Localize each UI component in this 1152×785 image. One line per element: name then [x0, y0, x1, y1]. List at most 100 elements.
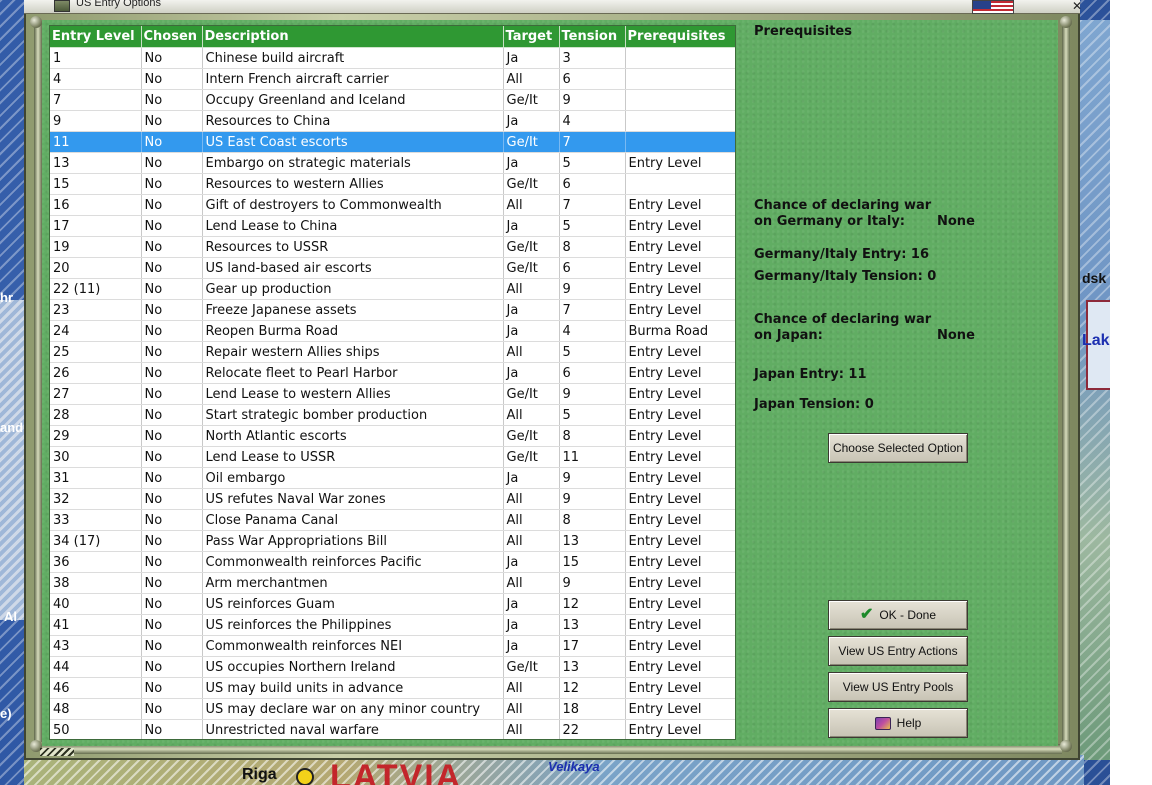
table-row[interactable]: 9 No Resources to China Ja 4	[50, 110, 735, 132]
cell-target: Ja	[503, 467, 560, 489]
cell-prerequisites: Entry Level	[625, 488, 735, 510]
table-row[interactable]: 44 No US occupies Northern Ireland Ge/It 13 E…	[50, 656, 735, 678]
cell-prerequisites: Entry Level	[625, 152, 735, 174]
table-row[interactable]: 17 No Lend Lease to China Ja 5 Entry Level	[50, 215, 735, 237]
cell-tension: 9	[559, 89, 626, 111]
cell-entry-level: 26	[50, 362, 142, 384]
column-header-entry-level[interactable]: Entry Level	[50, 26, 142, 48]
cell-description: Repair western Allies ships	[202, 341, 504, 363]
cell-tension: 4	[559, 110, 626, 132]
table-row[interactable]: 22 (11) No Gear up production All 9 Entry Lev…	[50, 278, 735, 300]
cell-prerequisites: Entry Level	[625, 341, 735, 363]
title-bar[interactable]: US Entry Options ✕	[24, 0, 1082, 14]
table-row[interactable]: 11 No US East Coast escorts Ge/It 7	[50, 131, 735, 153]
table-row[interactable]: 19 No Resources to USSR Ge/It 8 Entry Level	[50, 236, 735, 258]
table-row[interactable]: 33 No Close Panama Canal All 8 Entry Level	[50, 509, 735, 531]
cell-target: Ja	[503, 614, 560, 636]
column-header-description[interactable]: Description	[202, 26, 504, 48]
cell-prerequisites	[625, 47, 735, 69]
cell-entry-level: 46	[50, 677, 142, 699]
table-row[interactable]: 24 No Reopen Burma Road Ja 4 Burma Road	[50, 320, 735, 342]
cell-prerequisites	[625, 131, 735, 153]
table-row[interactable]: 38 No Arm merchantmen All 9 Entry Level	[50, 572, 735, 594]
cell-entry-level: 28	[50, 404, 142, 426]
table-row[interactable]: 15 No Resources to western Allies Ge/It 6	[50, 173, 735, 195]
table-row[interactable]: 13 No Embargo on strategic materials Ja 5 Ent…	[50, 152, 735, 174]
map-label-fragment: hr	[0, 290, 13, 305]
table-row[interactable]: 50 No Unrestricted naval warfare All 22 Entry…	[50, 719, 735, 739]
map-label-velikaya: Velikaya	[548, 759, 600, 774]
cell-description: Lend Lease to USSR	[202, 446, 504, 468]
options-table-container: Entry Level Chosen Description Target Te…	[49, 25, 736, 740]
table-row[interactable]: 25 No Repair western Allies ships All 5 Entry…	[50, 341, 735, 363]
cell-chosen: No	[141, 215, 203, 237]
table-row[interactable]: 28 No Start strategic bomber production All…	[50, 404, 735, 426]
column-header-tension[interactable]: Tension	[559, 26, 626, 48]
rivet-icon	[1060, 16, 1072, 28]
cell-chosen: No	[141, 299, 203, 321]
cell-prerequisites: Entry Level	[625, 194, 735, 216]
table-row[interactable]: 16 No Gift of destroyers to Commonwealth Al…	[50, 194, 735, 216]
view-us-entry-actions-button[interactable]: View US Entry Actions	[828, 636, 968, 666]
cell-tension: 9	[559, 278, 626, 300]
table-row[interactable]: 46 No US may build units in advance All 12 En…	[50, 677, 735, 699]
cell-description: US East Coast escorts	[202, 131, 504, 153]
table-row[interactable]: 26 No Relocate fleet to Pearl Harbor Ja 6 Ent…	[50, 362, 735, 384]
table-row[interactable]: 7 No Occupy Greenland and Iceland Ge/It 9	[50, 89, 735, 111]
column-header-chosen[interactable]: Chosen	[141, 26, 203, 48]
table-row[interactable]: 30 No Lend Lease to USSR Ge/It 11 Entry Level	[50, 446, 735, 468]
chance-germany-label-line2: on Germany or Italy:	[754, 214, 906, 229]
window-menu-icon[interactable]	[54, 0, 70, 12]
chance-japan-value: None	[937, 328, 975, 343]
cell-chosen: No	[141, 320, 203, 342]
table-row[interactable]: 29 No North Atlantic escorts Ge/It 8 Entry Le…	[50, 425, 735, 447]
cell-entry-level: 27	[50, 383, 142, 405]
cell-target: Ja	[503, 593, 560, 615]
cell-description: North Atlantic escorts	[202, 425, 504, 447]
column-header-target[interactable]: Target	[503, 26, 560, 48]
cell-target: Ge/It	[503, 383, 560, 405]
table-row[interactable]: 40 No US reinforces Guam Ja 12 Entry Level	[50, 593, 735, 615]
cell-tension: 13	[559, 530, 626, 552]
table-row[interactable]: 34 (17) No Pass War Appropriations Bill All…	[50, 530, 735, 552]
choose-selected-option-button[interactable]: Choose Selected Option	[828, 433, 968, 463]
table-row[interactable]: 31 No Oil embargo Ja 9 Entry Level	[50, 467, 735, 489]
cell-description: Gift of destroyers to Commonwealth	[202, 194, 504, 216]
cell-entry-level: 44	[50, 656, 142, 678]
resize-grip-icon[interactable]	[40, 748, 74, 756]
cell-tension: 8	[559, 509, 626, 531]
view-us-entry-pools-label: View US Entry Pools	[842, 680, 954, 694]
cell-target: Ja	[503, 635, 560, 657]
table-row[interactable]: 27 No Lend Lease to western Allies Ge/It 9 En…	[50, 383, 735, 405]
cell-tension: 6	[559, 257, 626, 279]
cell-tension: 5	[559, 341, 626, 363]
cell-chosen: No	[141, 152, 203, 174]
cell-description: Embargo on strategic materials	[202, 152, 504, 174]
help-button[interactable]: Help	[828, 708, 968, 738]
cell-tension: 22	[559, 719, 626, 739]
cell-tension: 5	[559, 404, 626, 426]
map-label-dsk: dsk	[1082, 270, 1107, 286]
cell-chosen: No	[141, 551, 203, 573]
close-icon[interactable]: ✕	[1070, 0, 1084, 12]
table-row[interactable]: 23 No Freeze Japanese assets Ja 7 Entry Level	[50, 299, 735, 321]
column-header-prerequisites[interactable]: Prerequisites	[625, 26, 735, 48]
cell-target: Ja	[503, 320, 560, 342]
table-row[interactable]: 1 No Chinese build aircraft Ja 3	[50, 47, 735, 69]
cell-tension: 13	[559, 656, 626, 678]
cell-entry-level: 13	[50, 152, 142, 174]
cell-entry-level: 48	[50, 698, 142, 720]
cell-target: All	[503, 530, 560, 552]
table-row[interactable]: 32 No US refutes Naval War zones All 9 Entry …	[50, 488, 735, 510]
table-row[interactable]: 36 No Commonwealth reinforces Pacific Ja 15 E…	[50, 551, 735, 573]
table-row[interactable]: 48 No US may declare war on any minor coun…	[50, 698, 735, 720]
table-row[interactable]: 43 No Commonwealth reinforces NEI Ja 17 Entry…	[50, 635, 735, 657]
ok-done-button[interactable]: ✔ OK - Done	[828, 600, 968, 630]
cell-tension: 6	[559, 362, 626, 384]
view-us-entry-pools-button[interactable]: View US Entry Pools	[828, 672, 968, 702]
table-row[interactable]: 20 No US land-based air escorts Ge/It 6 Entry…	[50, 257, 735, 279]
table-row[interactable]: 41 No US reinforces the Philippines Ja 13 Ent…	[50, 614, 735, 636]
cell-tension: 3	[559, 47, 626, 69]
table-row[interactable]: 4 No Intern French aircraft carrier All 6	[50, 68, 735, 90]
cell-tension: 6	[559, 68, 626, 90]
